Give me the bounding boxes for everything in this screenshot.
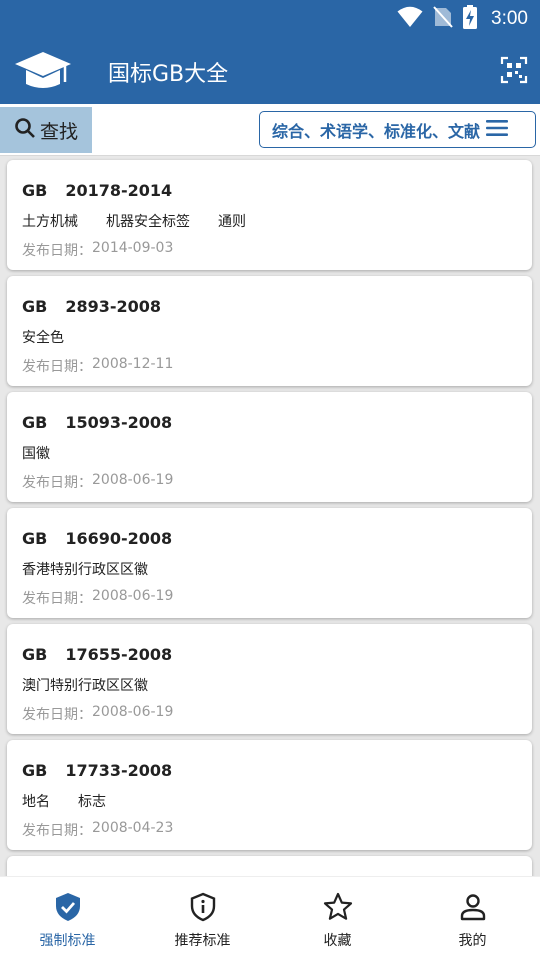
publish-date: 发布日期： 2008-06-19 xyxy=(22,472,173,492)
app-title: 国标GB大全 xyxy=(108,62,229,87)
publish-date: 发布日期： 2014-09-03 xyxy=(22,240,173,260)
publish-date-value: 2008-06-19 xyxy=(92,588,174,604)
standard-tag: 澳门特别行政区区徽 xyxy=(22,678,148,694)
nav-label: 强制标准 xyxy=(39,933,96,949)
graduation-cap-icon xyxy=(12,48,74,94)
wifi-icon xyxy=(397,6,423,32)
nav-recommended-standards[interactable]: 推荐标准 xyxy=(135,877,270,960)
standard-card[interactable]: GB 15093-2008 国徽 发布日期： 2008-06-19 xyxy=(7,392,532,502)
standard-tags: 地名 标志 xyxy=(22,791,106,811)
standard-tags: 土方机械 机器安全标签 通则 xyxy=(22,211,246,231)
nav-label: 我的 xyxy=(458,933,487,949)
publish-date: 发布日期： 2008-06-19 xyxy=(22,704,173,724)
standard-card[interactable]: GB 16690-2008 香港特别行政区区徽 发布日期： 2008-06-19 xyxy=(7,508,532,618)
standard-card[interactable]: GB 17733-2008 地名 标志 发布日期： 2008-04-23 xyxy=(7,740,532,850)
status-bar: 3:00 xyxy=(0,0,540,38)
filter-bar: 查找 综合、术语学、标准化、文献 xyxy=(0,104,540,156)
star-icon xyxy=(322,891,354,927)
standard-tags: 澳门特别行政区区徽 xyxy=(22,675,148,695)
publish-date-value: 2008-06-19 xyxy=(92,704,174,720)
search-icon xyxy=(14,117,36,144)
standard-number: 20178-2014 xyxy=(65,181,173,200)
search-label: 查找 xyxy=(39,120,78,143)
standard-prefix: GB xyxy=(22,297,48,316)
standard-number: 15093-2008 xyxy=(65,413,173,432)
standard-tag: 标志 xyxy=(78,794,106,810)
standards-list: GB 20178-2014 土方机械 机器安全标签 通则 发布日期： 2014-… xyxy=(0,156,540,876)
standard-prefix: GB xyxy=(22,645,48,664)
category-label: 综合、术语学、标准化、文献 xyxy=(272,121,481,141)
bottom-nav: 强制标准 推荐标准 收藏 我的 xyxy=(0,876,540,960)
standard-tags: 香港特别行政区区徽 xyxy=(22,559,148,579)
publish-date: 发布日期： 2008-04-23 xyxy=(22,820,173,840)
nav-profile[interactable]: 我的 xyxy=(405,877,540,960)
standard-code: GB 17733-2008 xyxy=(22,761,172,780)
standard-code: GB 20178-2014 xyxy=(22,181,172,200)
publish-date-label: 发布日期： xyxy=(22,707,92,723)
menu-icon xyxy=(486,119,509,141)
nav-label: 推荐标准 xyxy=(174,933,231,949)
standard-tag: 土方机械 xyxy=(22,214,78,230)
standard-prefix: GB xyxy=(22,529,48,548)
standard-card[interactable]: GB 17655-2008 澳门特别行政区区徽 发布日期： 2008-06-19 xyxy=(7,624,532,734)
person-icon xyxy=(457,891,489,927)
standard-code: GB 2893-2008 xyxy=(22,297,161,316)
status-time: 3:00 xyxy=(491,8,528,29)
standard-tags: 安全色 xyxy=(22,327,64,347)
nav-mandatory-standards[interactable]: 强制标准 xyxy=(0,877,135,960)
publish-date-label: 发布日期： xyxy=(22,359,92,375)
publish-date: 发布日期： 2008-06-19 xyxy=(22,588,173,608)
nav-favorites[interactable]: 收藏 xyxy=(270,877,405,960)
standard-prefix: GB xyxy=(22,413,48,432)
standard-number: 17655-2008 xyxy=(65,645,173,664)
nav-label: 收藏 xyxy=(323,933,352,949)
standard-tag: 机器安全标签 xyxy=(106,214,190,230)
standard-tag: 国徽 xyxy=(22,446,50,462)
category-selector-button[interactable]: 综合、术语学、标准化、文献 xyxy=(259,111,536,148)
shield-info-icon xyxy=(187,891,219,927)
publish-date-value: 2008-04-23 xyxy=(92,820,174,836)
standard-prefix: GB xyxy=(22,761,48,780)
standard-number: 2893-2008 xyxy=(65,297,162,316)
status-icons: 3:00 xyxy=(397,5,528,33)
publish-date-value: 2008-12-11 xyxy=(92,356,174,372)
publish-date-label: 发布日期： xyxy=(22,243,92,259)
publish-date-label: 发布日期： xyxy=(22,823,92,839)
standard-code: GB 17655-2008 xyxy=(22,645,172,664)
battery-charging-icon xyxy=(463,5,478,33)
standard-tag: 通则 xyxy=(218,214,246,230)
qr-scan-icon[interactable] xyxy=(500,56,528,84)
standard-tag: 香港特别行政区区徽 xyxy=(22,562,148,578)
standard-tag: 安全色 xyxy=(22,330,64,346)
standard-card-partial[interactable] xyxy=(7,856,532,876)
standard-code: GB 15093-2008 xyxy=(22,413,172,432)
standard-prefix: GB xyxy=(22,181,48,200)
search-button[interactable]: 查找 xyxy=(0,107,92,153)
publish-date-label: 发布日期： xyxy=(22,475,92,491)
publish-date-value: 2008-06-19 xyxy=(92,472,174,488)
standard-code: GB 16690-2008 xyxy=(22,529,172,548)
no-sim-icon xyxy=(433,6,453,32)
standard-card[interactable]: GB 20178-2014 土方机械 机器安全标签 通则 发布日期： 2014-… xyxy=(7,160,532,270)
standard-number: 17733-2008 xyxy=(65,761,173,780)
standard-number: 16690-2008 xyxy=(65,529,173,548)
publish-date: 发布日期： 2008-12-11 xyxy=(22,356,173,376)
shield-check-icon xyxy=(52,891,84,927)
publish-date-value: 2014-09-03 xyxy=(92,240,174,256)
standard-tag: 地名 xyxy=(22,794,50,810)
standard-card[interactable]: GB 2893-2008 安全色 发布日期： 2008-12-11 xyxy=(7,276,532,386)
publish-date-label: 发布日期： xyxy=(22,591,92,607)
standard-tags: 国徽 xyxy=(22,443,50,463)
app-bar: 国标GB大全 xyxy=(0,38,540,104)
